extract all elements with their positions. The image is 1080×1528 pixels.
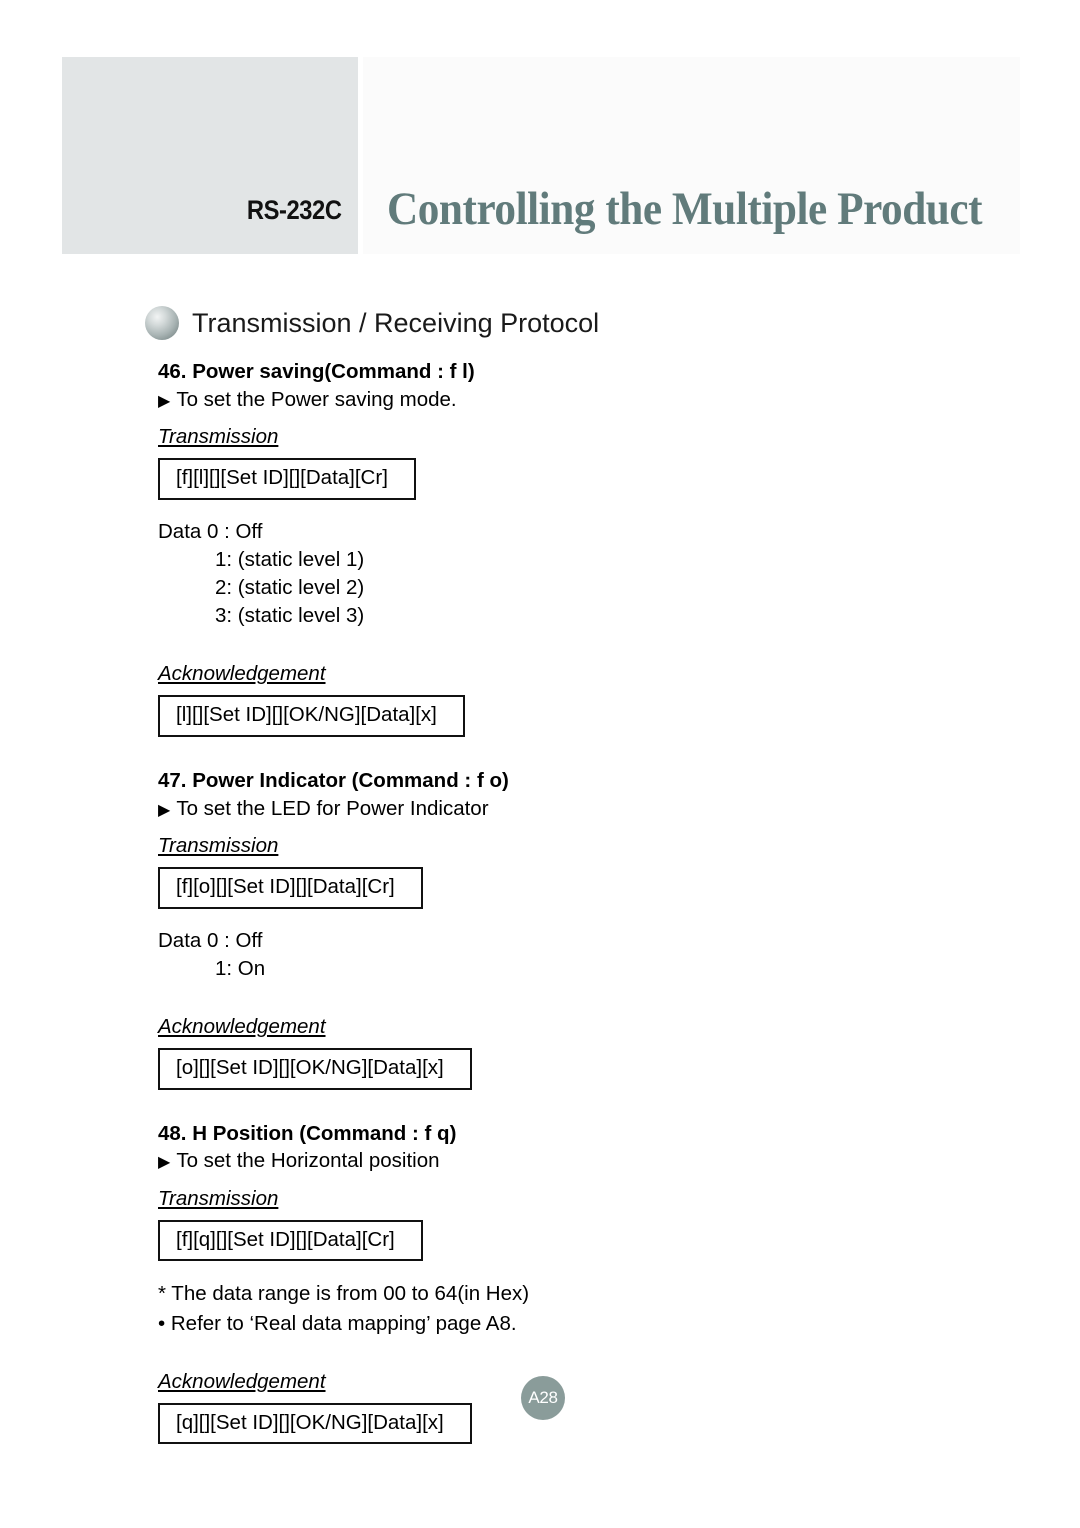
transmission-code-box: [f][o][][Set ID][][Data][Cr] bbox=[158, 867, 423, 909]
page-title: Controlling the Multiple Product bbox=[387, 183, 983, 235]
data-line: Data 0 : Off bbox=[158, 519, 263, 543]
transmission-code-box: [f][q][][Set ID][][Data][Cr] bbox=[158, 1219, 423, 1262]
data-line: 1: (static level 1) bbox=[215, 548, 365, 572]
triangle-bullet-icon: ▶ bbox=[158, 801, 171, 819]
section-46: 46. Power saving(Command : f l) ▶ To set… bbox=[158, 358, 918, 737]
transmission-label: Transmission bbox=[158, 425, 279, 449]
triangle-bullet-icon: ▶ bbox=[158, 392, 171, 410]
acknowledgement-label: Acknowledgement bbox=[158, 1014, 326, 1038]
protocol-section-heading: Transmission / Receiving Protocol bbox=[145, 306, 599, 340]
page-number-badge: A28 bbox=[521, 1376, 565, 1420]
data-line: 3: (static level 3) bbox=[215, 604, 365, 628]
section-description-text: To set the Horizontal position bbox=[176, 1149, 440, 1173]
transmission-code-row: [f][o][][Set ID][][Data][Cr] bbox=[158, 858, 918, 909]
section-title: 46. Power saving(Command : f l) bbox=[158, 360, 475, 383]
section-description-text: To set the Power saving mode. bbox=[176, 387, 457, 411]
acknowledgement-code-row: [o][][Set ID][][OK/NG][Data][x] bbox=[158, 1039, 918, 1090]
sphere-bullet-icon bbox=[145, 306, 179, 340]
section-description: ▶ To set the Horizontal position bbox=[158, 1147, 918, 1175]
header-title-block: Controlling the Multiple Product bbox=[363, 57, 1020, 254]
transmission-label: Transmission bbox=[158, 834, 279, 858]
doc-standard-label: RS-232C bbox=[247, 195, 342, 225]
transmission-label: Transmission bbox=[158, 1186, 279, 1210]
section-title: 47. Power Indicator (Command : f o) bbox=[158, 768, 509, 792]
section-title: 48. H Position (Command : f q) bbox=[158, 1121, 457, 1145]
triangle-bullet-icon: ▶ bbox=[158, 1154, 171, 1172]
header-left-block: RS-232C bbox=[62, 57, 358, 254]
section-47: 47. Power Indicator (Command : f o) ▶ To… bbox=[158, 767, 918, 1090]
transmission-code-row: [f][l][][Set ID][][Data][Cr] bbox=[158, 449, 918, 500]
data-line: Data 0 : Off bbox=[158, 928, 263, 952]
data-values-list: Data 0 : Off 1: (static level 1) 2: (sta… bbox=[158, 518, 918, 630]
note-line: • Refer to ‘Real data mapping’ page A8. bbox=[158, 1311, 517, 1335]
acknowledgement-code-box: [o][][Set ID][][OK/NG][Data][x] bbox=[158, 1047, 472, 1090]
acknowledgement-label: Acknowledgement bbox=[158, 1369, 326, 1393]
acknowledgement-label: Acknowledgement bbox=[158, 662, 326, 686]
note-line: * The data range is from 00 to 64(in Hex… bbox=[158, 1282, 530, 1306]
section-description: ▶ To set the LED for Power Indicator bbox=[158, 795, 918, 823]
transmission-code-box: [f][l][][Set ID][][Data][Cr] bbox=[158, 458, 416, 500]
acknowledgement-code-box: [q][][Set ID][][OK/NG][Data][x] bbox=[158, 1402, 472, 1445]
data-line: 1: On bbox=[215, 956, 266, 980]
transmission-code-row: [f][q][][Set ID][][Data][Cr] bbox=[158, 1211, 918, 1262]
data-line: 2: (static level 2) bbox=[215, 576, 365, 600]
protocol-heading-label: Transmission / Receiving Protocol bbox=[192, 307, 600, 338]
section-description: ▶ To set the Power saving mode. bbox=[158, 386, 918, 414]
page-header: RS-232C Controlling the Multiple Product bbox=[62, 57, 1020, 254]
acknowledgement-code-box: [l][][Set ID][][OK/NG][Data][x] bbox=[158, 695, 465, 737]
data-values-list: Data 0 : Off 1: On bbox=[158, 927, 918, 983]
section-description-text: To set the LED for Power Indicator bbox=[176, 796, 489, 820]
acknowledgement-code-row: [l][][Set ID][][OK/NG][Data][x] bbox=[158, 686, 918, 737]
document-body: 46. Power saving(Command : f l) ▶ To set… bbox=[158, 358, 918, 1445]
data-range-notes: * The data range is from 00 to 64(in Hex… bbox=[158, 1279, 918, 1337]
